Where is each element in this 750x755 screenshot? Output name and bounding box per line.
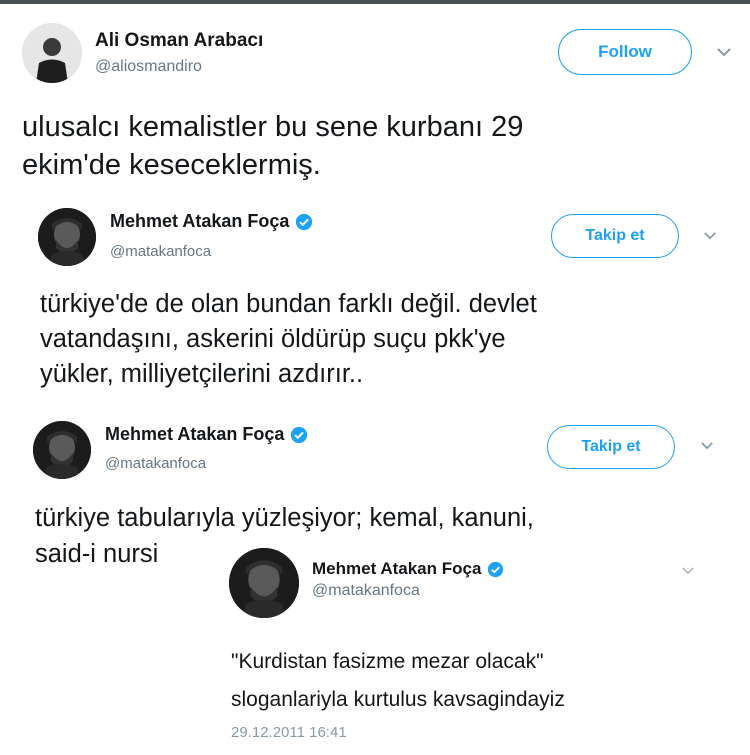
top-border bbox=[0, 0, 750, 4]
chevron-down-icon[interactable] bbox=[703, 231, 717, 240]
chevron-down-icon[interactable] bbox=[716, 47, 732, 57]
tweet-text-line: "Kurdistan fasizme mezar olacak" bbox=[231, 650, 544, 673]
tweet-text: "Kurdistan fasizme mezar olacak" sloganl… bbox=[231, 643, 565, 719]
avatar[interactable] bbox=[22, 23, 82, 83]
follow-button[interactable]: Takip et bbox=[547, 425, 675, 469]
avatar[interactable] bbox=[229, 548, 299, 618]
author-name-row: Mehmet Atakan Foça bbox=[110, 211, 313, 232]
follow-button[interactable]: Takip et bbox=[551, 214, 679, 258]
verified-badge-icon bbox=[295, 213, 313, 231]
chevron-down-icon[interactable] bbox=[700, 441, 714, 450]
avatar[interactable] bbox=[33, 421, 91, 479]
tweet-timestamp[interactable]: 29.12.2011 16:41 bbox=[231, 724, 347, 741]
author-name[interactable]: Mehmet Atakan Foça bbox=[312, 559, 481, 578]
tweet-text-line: türkiye'de de olan bundan farklı değil. … bbox=[40, 290, 537, 318]
tweet-text-line: ekim'de keseceklermiş. bbox=[22, 149, 321, 181]
author-name-row: Mehmet Atakan Foça bbox=[105, 424, 308, 445]
verified-badge-icon bbox=[290, 426, 308, 444]
tweet-text: türkiye'de de olan bundan farklı değil. … bbox=[40, 287, 537, 392]
author-name[interactable]: Mehmet Atakan Foça bbox=[105, 424, 284, 444]
follow-button[interactable]: Follow bbox=[558, 29, 692, 75]
tweet-text-line: yükler, milliyetçilerini azdırır.. bbox=[40, 360, 364, 388]
verified-badge-icon bbox=[487, 561, 504, 578]
tweet-text-line: vatandaşını, askerini öldürüp suçu pkk'y… bbox=[40, 325, 506, 353]
author-name[interactable]: Ali Osman Arabacı bbox=[95, 30, 263, 52]
author-handle[interactable]: @matakanfoca bbox=[105, 455, 206, 472]
author-handle[interactable]: @matakanfoca bbox=[110, 243, 211, 260]
author-handle[interactable]: @matakanfoca bbox=[312, 582, 420, 600]
avatar[interactable] bbox=[38, 208, 96, 266]
author-name[interactable]: Mehmet Atakan Foça bbox=[110, 211, 289, 231]
author-name-row: Mehmet Atakan Foça bbox=[312, 559, 504, 579]
tweet-text: ulusalcı kemalistler bu sene kurbanı 29 … bbox=[22, 108, 523, 184]
tweet-text-line: türkiye tabularıyla yüzleşiyor; kemal, k… bbox=[35, 504, 534, 532]
tweet-text-line: ulusalcı kemalistler bu sene kurbanı 29 bbox=[22, 111, 524, 143]
chevron-down-icon[interactable] bbox=[681, 566, 695, 575]
tweet-text-line: sloganlariyla kurtulus kavsagindayiz bbox=[231, 688, 565, 711]
author-handle[interactable]: @aliosmandiro bbox=[95, 58, 202, 76]
